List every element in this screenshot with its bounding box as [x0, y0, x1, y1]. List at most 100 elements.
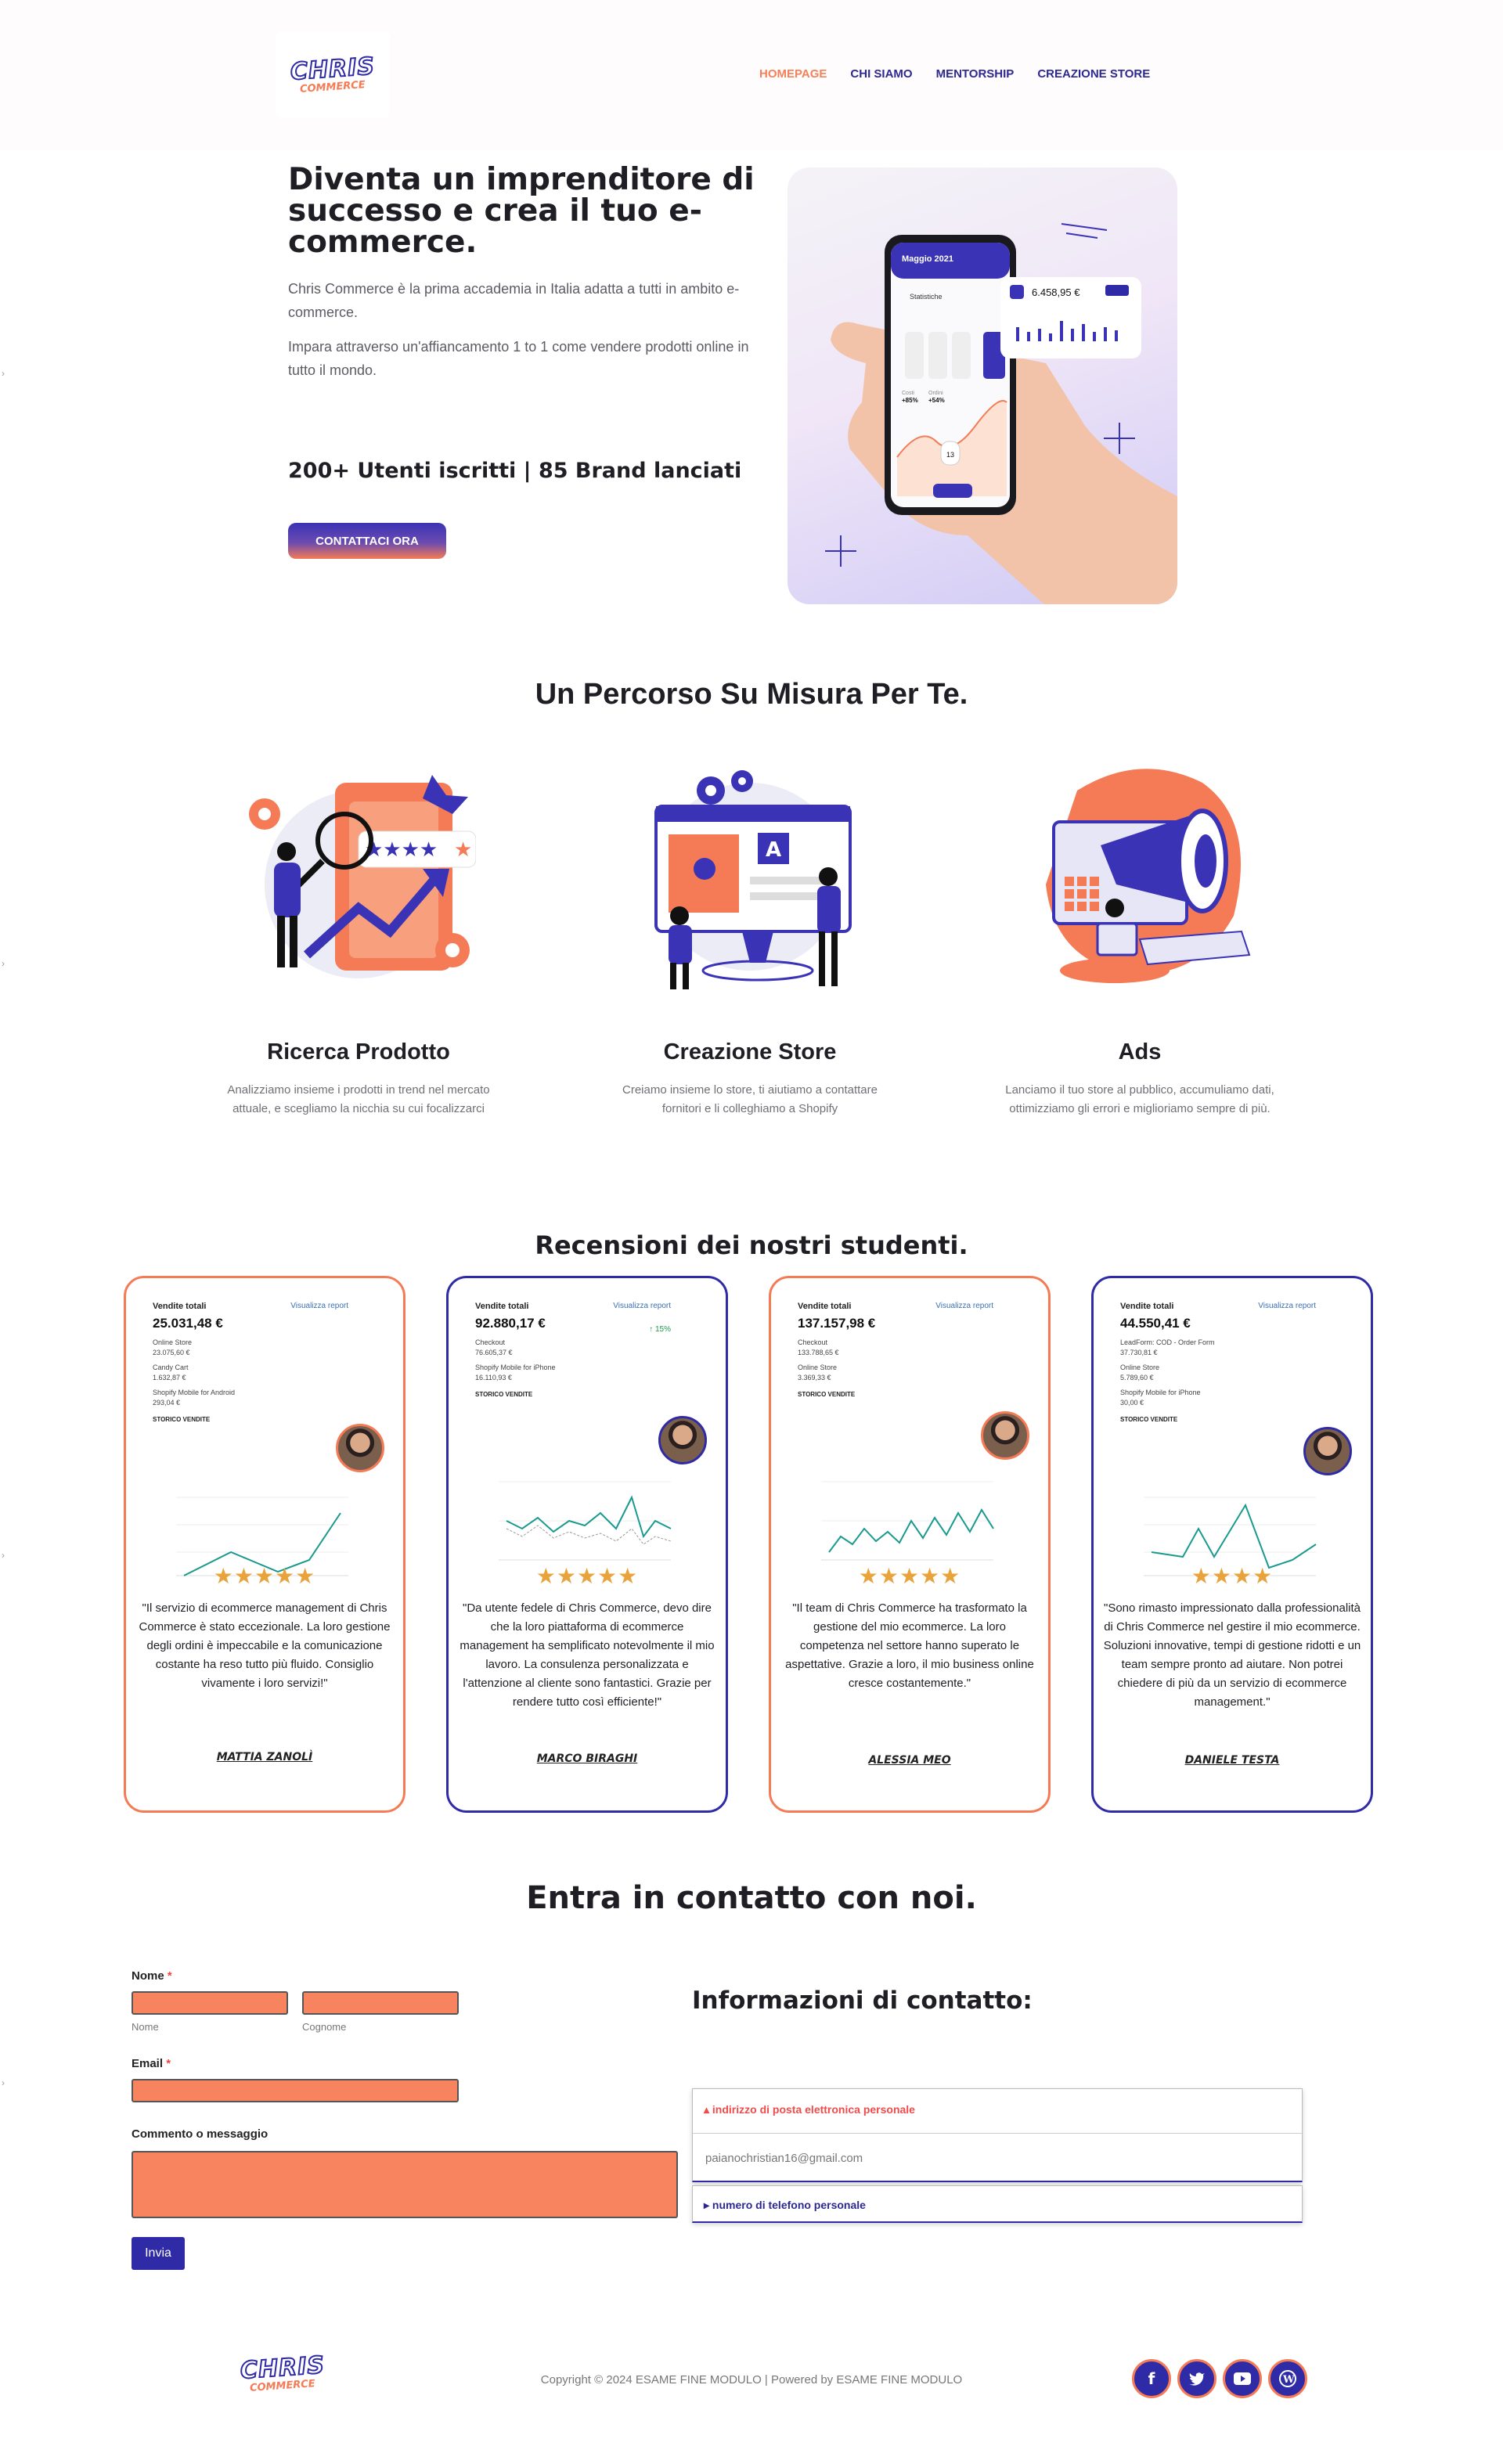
- feature-title: Creazione Store: [663, 1039, 837, 1064]
- phone-label-1: Costi: [902, 391, 914, 396]
- main-nav: HOMEPAGE CHI SIAMO MENTORSHIP CREAZIONE …: [759, 67, 1150, 81]
- phone-date: 13: [946, 451, 954, 459]
- sales-total: 137.157,98 €: [798, 1316, 876, 1331]
- feature-title: Ads: [1118, 1039, 1162, 1064]
- feature-text: Analizziamo insieme i prodotti in trend …: [227, 1083, 490, 1115]
- email-field[interactable]: [132, 2079, 459, 2102]
- sales-history-label: STORICO VENDITE: [1120, 1416, 1178, 1423]
- name-label: Nome *: [132, 1969, 172, 1983]
- contact-title: Entra in contatto con noi.: [526, 1880, 977, 1916]
- sales-history-label: STORICO VENDITE: [475, 1391, 533, 1398]
- report-link[interactable]: Visualizza report: [935, 1302, 993, 1310]
- email-accordion[interactable]: ▴ indirizzo di posta elettronica persona…: [692, 2088, 1303, 2182]
- chevron-right-icon[interactable]: ›: [2, 368, 5, 379]
- reviewer-name: DANIELE TESTA: [1184, 1754, 1280, 1767]
- wordpress-icon[interactable]: W: [1268, 2359, 1307, 2398]
- email-accordion-title[interactable]: ▴ indirizzo di posta elettronica persona…: [704, 2103, 915, 2116]
- avatar: [658, 1416, 707, 1464]
- review-card: Vendite totali Visualizza report 44.550,…: [1091, 1276, 1373, 1813]
- phone-accordion-title[interactable]: ▸ numero di telefono personale: [704, 2199, 866, 2212]
- review-quote: "Il servizio di ecommerce management di …: [139, 1601, 391, 1690]
- nav-homepage[interactable]: HOMEPAGE: [759, 67, 827, 81]
- phone-metric-1: +85%: [902, 397, 918, 404]
- rating-stars: ★★★★★: [858, 1564, 961, 1588]
- sales-total: 92.880,17 €: [475, 1316, 546, 1331]
- review-card: Vendite totali Visualizza report 25.031,…: [124, 1276, 405, 1813]
- growth-badge: ↑ 15%: [649, 1325, 671, 1334]
- sales-chart: [821, 1481, 994, 1561]
- svg-text:W: W: [1282, 2374, 1295, 2386]
- review-card: Vendite totali Visualizza report 92.880,…: [446, 1276, 728, 1813]
- report-link[interactable]: Visualizza report: [613, 1302, 671, 1310]
- site-logo[interactable]: CHRIS COMMERCE: [276, 31, 390, 117]
- reviewer-name: MATTIA ZANOLÌ: [216, 1751, 313, 1763]
- phone-label-2: Ordini: [928, 391, 943, 396]
- feature-text: Lanciamo il tuo store al pubblico, accum…: [1005, 1083, 1274, 1115]
- chevron-right-icon[interactable]: ›: [2, 958, 5, 969]
- report-link[interactable]: Visualizza report: [290, 1302, 348, 1310]
- reviews-title: Recensioni dei nostri studenti.: [535, 1230, 968, 1260]
- hero-intro: Chris Commerce è la prima accademia in I…: [288, 281, 740, 320]
- message-label: Commento o messaggio: [132, 2127, 269, 2141]
- reviewer-name: ALESSIA MEO: [868, 1754, 951, 1767]
- reviewer-name: MARCO BIRAGHI: [536, 1753, 638, 1765]
- submit-button[interactable]: Invia: [132, 2237, 185, 2270]
- email-label: Email *: [132, 2057, 171, 2070]
- twitter-icon[interactable]: [1177, 2359, 1216, 2398]
- store-creation-illustration: A: [654, 770, 852, 989]
- review-card: Vendite totali Visualizza report 137.157…: [769, 1276, 1051, 1813]
- ads-megaphone-illustration: [1046, 769, 1251, 983]
- last-name-field[interactable]: [302, 1991, 459, 2015]
- sales-breakdown: Checkout 76.605,37 € Shopify Mobile for i…: [475, 1338, 556, 1381]
- nav-creazione-store[interactable]: CREAZIONE STORE: [1037, 67, 1150, 81]
- email-value: paianochristian16@gmail.com: [705, 2152, 863, 2165]
- phone-accordion[interactable]: ▸ numero di telefono personale: [692, 2185, 1303, 2223]
- site-header: CHRIS COMMERCE HOMEPAGE CHI SIAMO MENTOR…: [0, 0, 1503, 150]
- accordion-divider: [693, 2133, 1302, 2134]
- youtube-icon[interactable]: [1223, 2359, 1262, 2398]
- message-textarea[interactable]: [132, 2151, 678, 2218]
- avatar: [336, 1424, 384, 1472]
- feature-text: Creiamo insieme lo store, ti aiutiamo a …: [622, 1083, 878, 1115]
- facebook-icon[interactable]: f: [1132, 2359, 1171, 2398]
- chevron-right-icon[interactable]: ›: [2, 2077, 5, 2088]
- avatar: [1303, 1427, 1352, 1475]
- product-research-illustration: ★★★★ ★: [249, 775, 476, 978]
- required-mark: *: [167, 1969, 172, 1983]
- hero-title: Diventa un imprenditore di successo e cr…: [288, 162, 755, 260]
- review-quote: "Da utente fedele di Chris Commerce, dev…: [460, 1601, 715, 1709]
- rating-stars: ★★★★★: [213, 1564, 316, 1588]
- hero-description: Impara attraverso un'affiancamento 1 to …: [288, 339, 749, 378]
- phone-section: Statistiche: [910, 293, 943, 301]
- sales-chart: [499, 1481, 672, 1561]
- phone-amount: 6.458,95 €: [1032, 286, 1080, 298]
- contact-cta-button[interactable]: CONTATTACI ORA: [288, 523, 446, 559]
- nav-chi-siamo[interactable]: CHI SIAMO: [850, 67, 912, 81]
- sales-total: 44.550,41 €: [1120, 1316, 1191, 1331]
- svg-text:★★★★: ★★★★: [365, 838, 438, 862]
- percorso-title: Un Percorso Su Misura Per Te.: [535, 678, 968, 711]
- chevron-right-icon[interactable]: ›: [2, 1550, 5, 1561]
- last-name-sublabel: Cognome: [302, 2021, 347, 2033]
- contact-info-title: Informazioni di contatto:: [692, 1987, 1033, 2015]
- social-links: f W: [1132, 2359, 1307, 2398]
- rating-stars: ★★★★: [1191, 1564, 1274, 1588]
- hero-phone-illustration: Maggio 2021 Statistiche +85% +54% Costi …: [788, 168, 1177, 604]
- sales-breakdown: Checkout 133.788,65 € Online Store 3.369,3…: [798, 1338, 839, 1381]
- rating-stars: ★★★★★: [535, 1564, 639, 1588]
- feature-creazione-store: A Creazione Store Creiamo insieme lo sto…: [601, 759, 899, 1119]
- review-quote: "Sono rimasto impressionato dalla profes…: [1103, 1601, 1361, 1709]
- first-name-field[interactable]: [132, 1991, 288, 2015]
- report-link[interactable]: Visualizza report: [1258, 1302, 1316, 1310]
- phone-month: Maggio 2021: [902, 254, 953, 264]
- sales-history-label: STORICO VENDITE: [153, 1416, 211, 1423]
- first-name-sublabel: Nome: [132, 2021, 159, 2033]
- review-quote: "Il team di Chris Commerce ha trasformat…: [785, 1601, 1034, 1690]
- hero-stats: 200+ Utenti iscritti | 85 Brand lanciati: [288, 459, 742, 483]
- sales-history-label: STORICO VENDITE: [798, 1391, 856, 1398]
- sales-breakdown: Online Store 23.075,60 € Candy Cart 1.632,…: [153, 1338, 236, 1407]
- feature-ads: Ads Lanciamo il tuo store al pubblico, a…: [991, 759, 1289, 1119]
- feature-title: Ricerca Prodotto: [267, 1039, 450, 1064]
- nav-mentorship[interactable]: MENTORSHIP: [936, 67, 1015, 81]
- phone-metric-2: +54%: [928, 397, 945, 404]
